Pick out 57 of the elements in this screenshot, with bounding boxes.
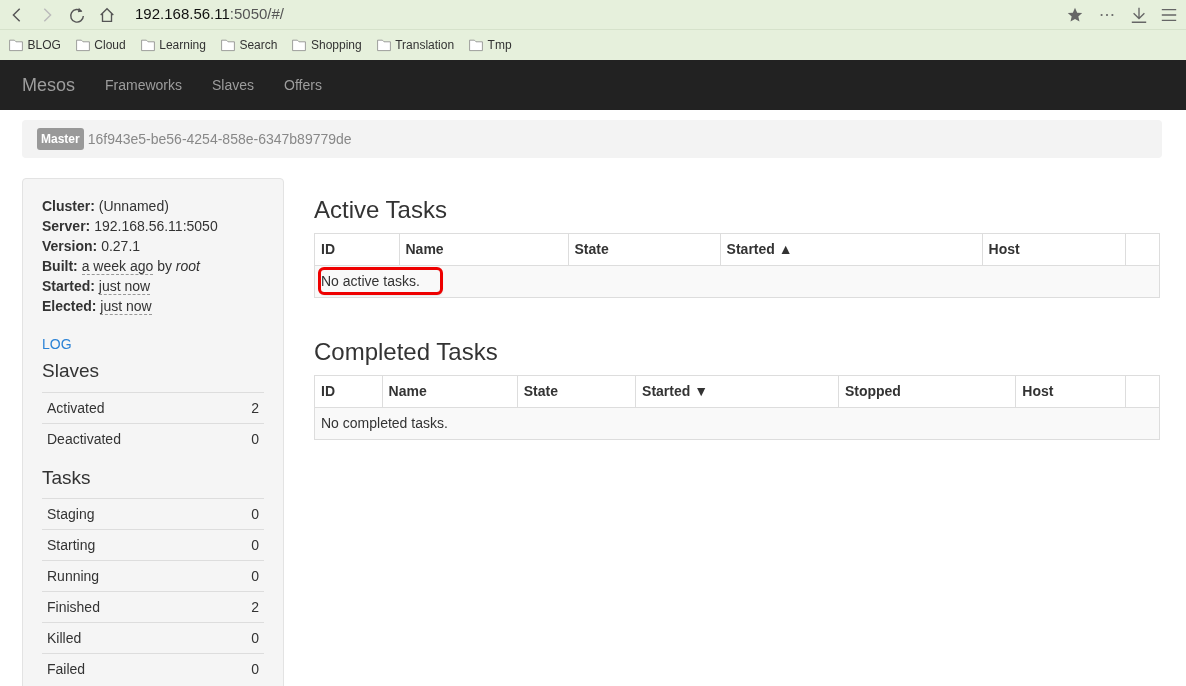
bookmark[interactable]: Search xyxy=(219,36,278,54)
bookmark[interactable]: BLOG xyxy=(8,36,61,54)
address-bar[interactable]: 192.168.56.11:5050/#/ xyxy=(135,3,285,26)
column-header[interactable]: Name xyxy=(399,233,568,266)
column-header[interactable]: State xyxy=(517,375,636,408)
stat-count: 2 xyxy=(251,399,259,416)
stat-count: 0 xyxy=(251,537,259,553)
nav-link[interactable]: Offers xyxy=(284,74,322,96)
section-heading: Active Tasks xyxy=(314,196,448,225)
section-heading: Completed Tasks xyxy=(314,337,499,367)
info-line: Elected: just now xyxy=(42,297,153,316)
info-line: Version: 0.27.1 xyxy=(42,237,142,256)
brand-link[interactable]: Mesos xyxy=(22,71,75,99)
info-line: Cluster: (Unnamed) xyxy=(42,197,170,216)
master-id: 16f943e5-be56-4254-858e-6347b89779de xyxy=(87,129,352,149)
column-header[interactable]: Started ▼ xyxy=(635,375,839,408)
bookmark[interactable]: Cloud xyxy=(74,36,126,54)
section-heading: Slaves xyxy=(42,359,101,383)
stat-label: Staging xyxy=(47,506,95,522)
download-icon[interactable] xyxy=(1130,5,1148,24)
info-line: Built: a week ago by root xyxy=(42,257,202,276)
column-header[interactable]: ID xyxy=(314,375,383,408)
column-header[interactable]: Name xyxy=(382,375,518,408)
log-link[interactable]: LOG xyxy=(42,334,72,355)
stat-label: Running xyxy=(47,568,100,584)
home-icon[interactable] xyxy=(98,5,116,24)
stat-label: Activated xyxy=(47,399,105,416)
bookmark[interactable]: Translation xyxy=(375,36,455,54)
nav-link[interactable]: Slaves xyxy=(212,74,255,96)
empty-message: No completed tasks. xyxy=(321,414,448,431)
stat-label: Failed xyxy=(47,661,86,677)
info-line: Server: 192.168.56.11:5050 xyxy=(42,217,219,236)
reload-icon[interactable] xyxy=(68,5,86,24)
stat-count: 2 xyxy=(251,599,259,615)
stat-count: 0 xyxy=(251,506,259,522)
stat-count: 0 xyxy=(251,568,259,584)
column-header[interactable]: Host xyxy=(1015,375,1126,408)
stat-label: Killed xyxy=(47,630,82,646)
column-header[interactable]: State xyxy=(568,233,721,266)
stat-count: 0 xyxy=(251,430,259,447)
nav-link[interactable]: Frameworks xyxy=(105,74,183,96)
bookmark[interactable]: Learning xyxy=(139,36,206,54)
stat-label: Finished xyxy=(47,599,100,615)
master-label: Master xyxy=(37,128,84,150)
column-header[interactable]: Host xyxy=(982,233,1126,266)
stat-count: 0 xyxy=(251,630,259,646)
column-header[interactable]: Started ▲ xyxy=(720,233,983,266)
info-line: Started: just now xyxy=(42,277,152,296)
section-heading: Tasks xyxy=(42,465,92,490)
bookmark[interactable]: Shopping xyxy=(291,36,362,54)
stat-label: Deactivated xyxy=(47,430,121,447)
bookmark[interactable]: Tmp xyxy=(468,36,512,54)
stat-count: 0 xyxy=(251,661,259,677)
stat-label: Starting xyxy=(47,537,96,553)
empty-message: No active tasks. xyxy=(321,269,440,292)
column-header[interactable]: Stopped xyxy=(838,375,1016,408)
column-header[interactable]: ID xyxy=(314,233,399,266)
